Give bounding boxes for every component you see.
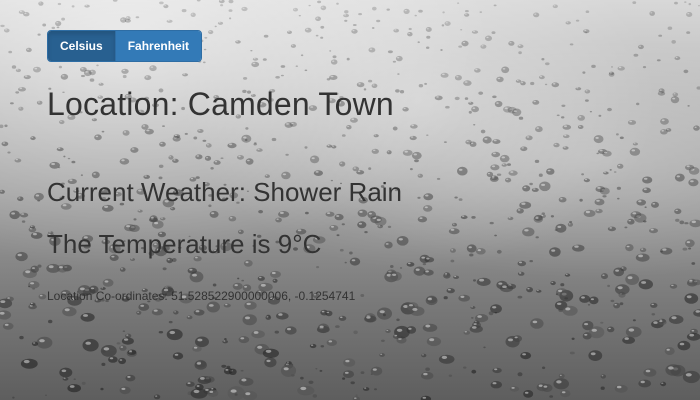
fahrenheit-button[interactable]: Fahrenheit [114,31,202,61]
location-title: Location: Camden Town [47,86,394,122]
current-weather: Current Weather: Shower Rain [47,177,403,207]
temperature: The Temperature is 9°C [47,229,322,259]
main-content: Celsius Fahrenheit Location: Camden Town… [0,0,700,304]
location-coordinates: Location Co-ordinates: 51.52852290000000… [47,289,356,303]
celsius-button[interactable]: Celsius [48,31,115,61]
unit-toggle-group: Celsius Fahrenheit [47,30,203,62]
